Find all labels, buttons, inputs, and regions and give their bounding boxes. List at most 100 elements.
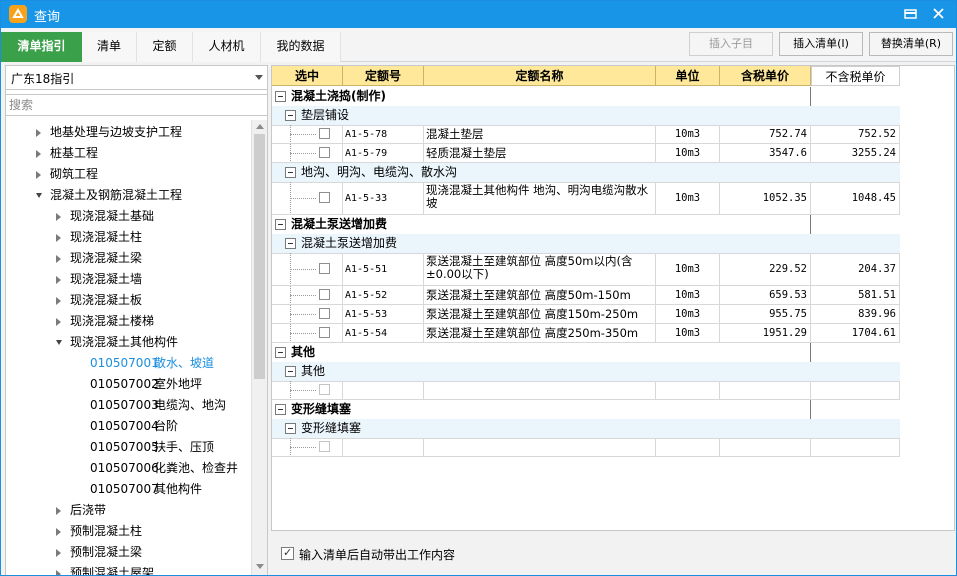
collapse-minus-icon[interactable] — [285, 167, 296, 178]
close-button[interactable] — [928, 4, 950, 24]
group-row[interactable]: 其他 — [272, 343, 811, 363]
tree-node-code: 010507003 — [90, 398, 159, 412]
subgroup-row[interactable]: 混凝土泵送增加费 — [272, 234, 900, 254]
guide-select[interactable]: 广东18指引 — [6, 66, 267, 90]
minimize-button[interactable] — [899, 4, 921, 24]
auto-content-checkbox[interactable]: ✓ — [281, 546, 294, 560]
collapsed-arrow-icon[interactable] — [56, 528, 61, 536]
tree-node[interactable]: 混凝土及钢筋混凝土工程 — [6, 185, 251, 206]
tab-my-data[interactable]: 我的数据 — [261, 32, 341, 62]
select-checkbox[interactable] — [319, 147, 330, 158]
tree-node[interactable]: 现浇混凝土板 — [6, 290, 251, 311]
select-checkbox[interactable] — [319, 441, 330, 452]
collapse-minus-icon[interactable] — [285, 366, 296, 377]
tree-node[interactable]: 010507004 台阶 — [6, 416, 251, 437]
select-checkbox[interactable] — [319, 128, 330, 139]
tree-node[interactable]: 后浇带 — [6, 500, 251, 521]
header-tax-price[interactable]: 含税单价 — [720, 66, 811, 86]
tab-bill-guide[interactable]: 清单指引 — [1, 32, 82, 62]
collapse-minus-icon[interactable] — [285, 238, 296, 249]
collapsed-arrow-icon[interactable] — [56, 318, 61, 326]
table-row[interactable]: A1-5-52 泵送混凝土至建筑部位 高度50m-150m 10m3 659.53 58… — [272, 286, 900, 305]
expanded-arrow-icon[interactable] — [56, 340, 62, 345]
collapsed-arrow-icon[interactable] — [56, 549, 61, 557]
replace-bill-button[interactable]: 替换清单(R) — [869, 32, 953, 56]
tree-node[interactable]: 预制混凝土梁 — [6, 542, 251, 563]
tree-node[interactable]: 现浇混凝土基础 — [6, 206, 251, 227]
select-checkbox[interactable] — [319, 308, 330, 319]
table-row[interactable]: A1-5-79 轻质混凝土垫层 10m3 3547.6 3255.24 — [272, 144, 900, 163]
collapse-minus-icon[interactable] — [285, 110, 296, 121]
tree-node[interactable]: 010507003 电缆沟、地沟 — [6, 395, 251, 416]
collapse-minus-icon[interactable] — [275, 404, 286, 415]
collapsed-arrow-icon[interactable] — [56, 213, 61, 221]
collapse-minus-icon[interactable] — [275, 219, 286, 230]
tree-node[interactable]: 010507006 化粪池、检查井 — [6, 458, 251, 479]
select-checkbox[interactable] — [319, 192, 330, 203]
quota-name: 泵送混凝土至建筑部位 高度50m-150m — [424, 286, 656, 305]
tree-node[interactable]: 010507001 散水、坡道 — [6, 353, 251, 374]
select-checkbox[interactable] — [319, 263, 330, 274]
tree-node[interactable]: 地基处理与边坡支护工程 — [6, 122, 251, 143]
tree-node[interactable]: 010507005 扶手、压顶 — [6, 437, 251, 458]
table-row[interactable]: A1-5-53 泵送混凝土至建筑部位 高度150m-250m 10m3 955.75 8… — [272, 305, 900, 324]
select-checkbox[interactable] — [319, 327, 330, 338]
tree-node[interactable]: 砌筑工程 — [6, 164, 251, 185]
collapsed-arrow-icon[interactable] — [36, 129, 41, 137]
title-bar[interactable]: 查询 — [1, 1, 956, 28]
scroll-thumb[interactable] — [254, 134, 265, 379]
tab-bill[interactable]: 清单 — [82, 32, 137, 62]
select-checkbox[interactable] — [319, 289, 330, 300]
group-row[interactable]: 混凝土浇捣(制作) — [272, 87, 811, 107]
header-selected[interactable]: 选中 — [272, 66, 343, 86]
collapse-minus-icon[interactable] — [285, 423, 296, 434]
tree-node[interactable]: 现浇混凝土其他构件 — [6, 332, 251, 353]
table-row[interactable]: A1-5-78 混凝土垫层 10m3 752.74 752.52 — [272, 125, 900, 144]
subgroup-row[interactable]: 地沟、明沟、电缆沟、散水沟 — [272, 163, 900, 183]
guide-tree: 地基处理与边坡支护工程 桩基工程 砌筑工程 混凝土及钢筋混凝土工程 现浇混凝土基础 现浇混… — [6, 120, 251, 575]
header-quota-name[interactable]: 定额名称 — [424, 66, 656, 86]
collapsed-arrow-icon[interactable] — [56, 297, 61, 305]
collapse-minus-icon[interactable] — [275, 91, 286, 102]
tree-scrollbar[interactable] — [251, 120, 267, 575]
collapsed-arrow-icon[interactable] — [56, 255, 61, 263]
tree-node[interactable]: 010507007 其他构件 — [6, 479, 251, 500]
scroll-up-arrow-icon[interactable] — [256, 124, 264, 129]
expanded-arrow-icon[interactable] — [36, 193, 42, 198]
header-notax-price[interactable]: 不含税单价 — [811, 66, 900, 86]
header-quota-code[interactable]: 定额号 — [343, 66, 424, 86]
collapsed-arrow-icon[interactable] — [56, 276, 61, 284]
table-row[interactable]: A1-5-33 现浇混凝土其他构件 地沟、明沟电缆沟散水坡 10m3 1052.35 1… — [272, 182, 900, 215]
tree-node[interactable]: 现浇混凝土楼梯 — [6, 311, 251, 332]
tree-node[interactable]: 桩基工程 — [6, 143, 251, 164]
collapsed-arrow-icon[interactable] — [56, 507, 61, 515]
table-row[interactable] — [272, 381, 900, 400]
header-unit[interactable]: 单位 — [656, 66, 720, 86]
group-row[interactable]: 变形缝填塞 — [272, 400, 811, 420]
table-row[interactable]: A1-5-51 泵送混凝土至建筑部位 高度50m以内(含±0.00以下) 10m3 2… — [272, 253, 900, 286]
collapse-minus-icon[interactable] — [275, 347, 286, 358]
subgroup-row[interactable]: 变形缝填塞 — [272, 419, 900, 439]
tab-labor-material-machine[interactable]: 人材机 — [193, 32, 261, 62]
group-row[interactable]: 混凝土泵送增加费 — [272, 215, 811, 235]
collapsed-arrow-icon[interactable] — [36, 171, 41, 179]
insert-bill-button[interactable]: 插入清单(I) — [779, 32, 863, 56]
tree-node[interactable]: 现浇混凝土墙 — [6, 269, 251, 290]
tree-node[interactable]: 预制混凝土屋架 — [6, 563, 251, 575]
scroll-down-arrow-icon[interactable] — [256, 564, 264, 569]
select-checkbox[interactable] — [319, 384, 330, 395]
collapsed-arrow-icon[interactable] — [56, 570, 61, 575]
tree-node[interactable]: 预制混凝土柱 — [6, 521, 251, 542]
table-row[interactable] — [272, 438, 900, 457]
tree-node[interactable]: 010507002 室外地坪 — [6, 374, 251, 395]
search-input[interactable] — [6, 95, 267, 115]
insert-child-button[interactable]: 插入子目 — [689, 32, 773, 56]
tree-node[interactable]: 现浇混凝土梁 — [6, 248, 251, 269]
collapsed-arrow-icon[interactable] — [36, 150, 41, 158]
subgroup-row[interactable]: 其他 — [272, 362, 900, 382]
tree-node[interactable]: 现浇混凝土柱 — [6, 227, 251, 248]
collapsed-arrow-icon[interactable] — [56, 234, 61, 242]
table-row[interactable]: A1-5-54 泵送混凝土至建筑部位 高度250m-350m 10m3 1951.29… — [272, 324, 900, 343]
tab-quota[interactable]: 定额 — [137, 32, 193, 62]
subgroup-row[interactable]: 垫层铺设 — [272, 106, 900, 126]
